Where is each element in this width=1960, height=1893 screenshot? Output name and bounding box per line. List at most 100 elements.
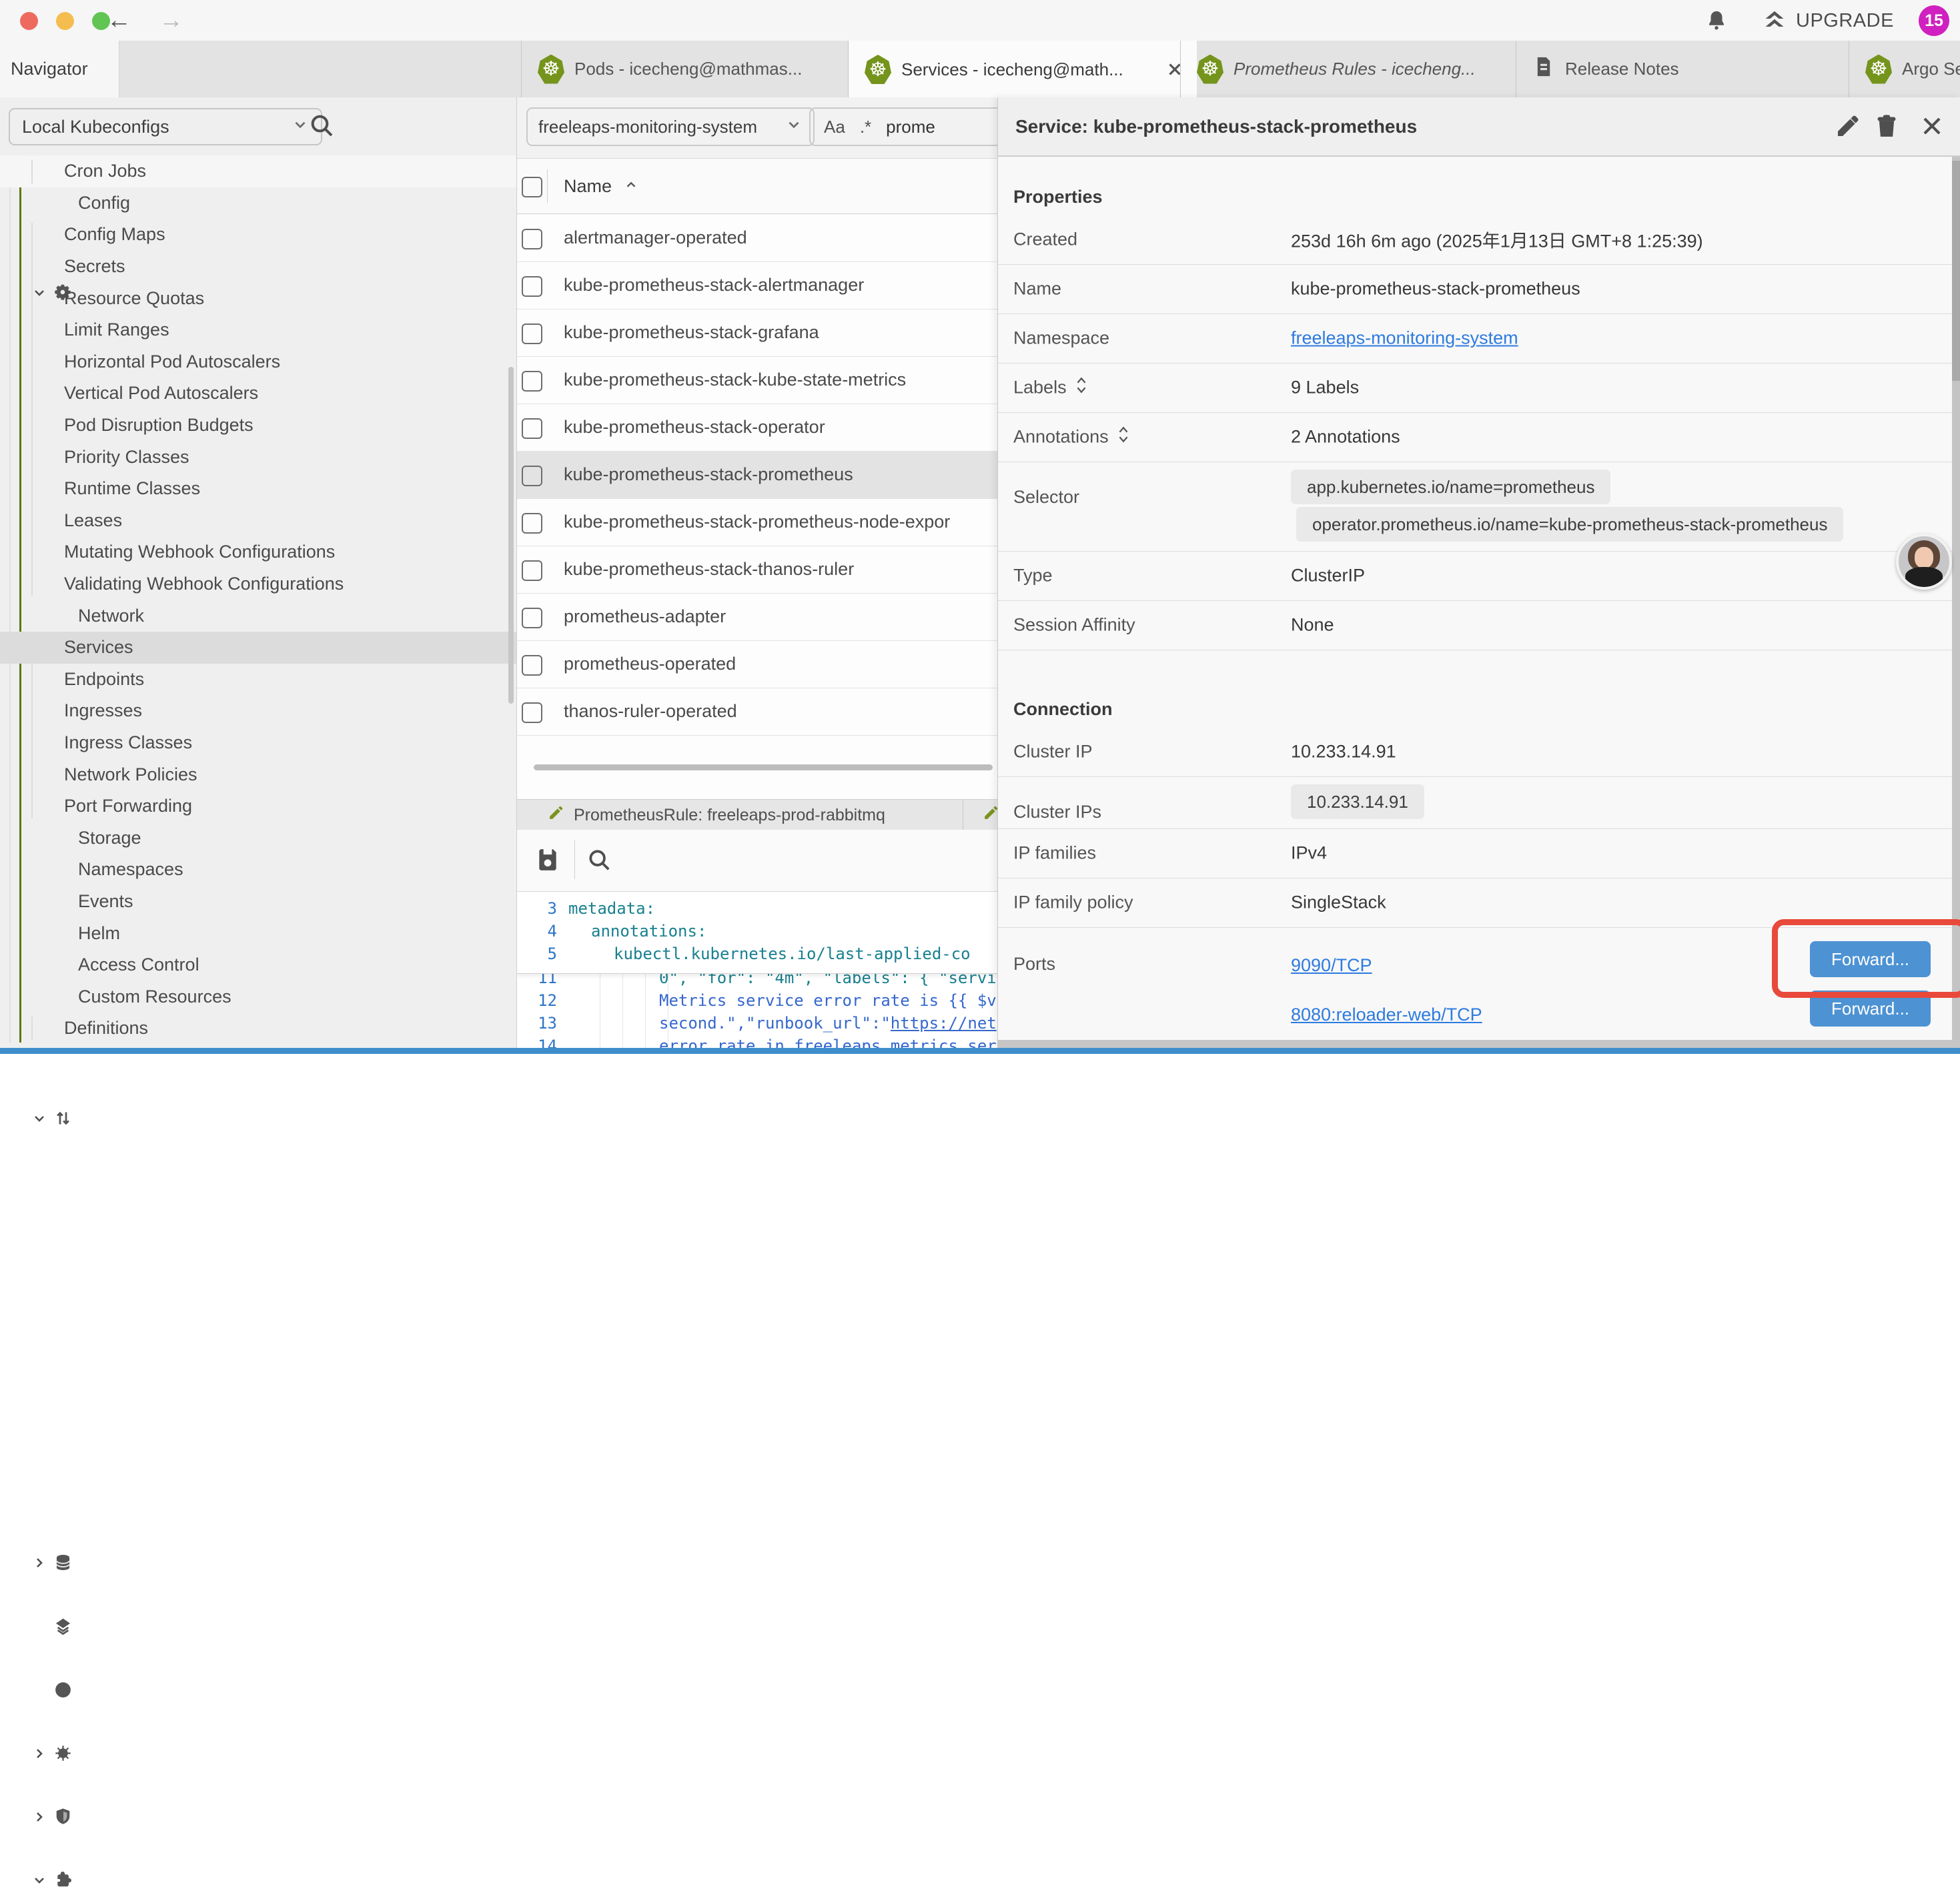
sidebar-item-helm[interactable]: Helm	[0, 917, 516, 949]
detail-scrollbar-thumb[interactable]	[1952, 161, 1960, 381]
traffic-light-minimize-button[interactable]	[56, 12, 74, 30]
forward-arrow-icon[interactable]: →	[159, 4, 183, 36]
chevron-right-icon[interactable]	[31, 1555, 47, 1571]
row-checkbox[interactable]	[522, 371, 542, 392]
row-checkbox[interactable]	[522, 655, 542, 676]
close-icon[interactable]	[1919, 113, 1945, 139]
editor-tab-prometheusrule[interactable]: PrometheusRule: freeleaps-prod-rabbitmq	[536, 800, 963, 830]
horizontal-scrollbar[interactable]	[534, 764, 993, 770]
kubeconfig-selector[interactable]: Local Kubeconfigs	[9, 108, 322, 145]
sidebar-item-network-policies[interactable]: Network Policies	[0, 758, 516, 790]
chevron-right-icon[interactable]	[31, 1746, 47, 1762]
list-search-input[interactable]: Aa .* prome	[809, 107, 997, 146]
delete-trash-icon[interactable]	[1874, 113, 1899, 139]
sidebar-item-cron-jobs[interactable]: Cron Jobs	[0, 155, 516, 187]
sidebar-item-leases[interactable]: Leases	[0, 505, 516, 537]
sidebar-item-config-maps[interactable]: Config Maps	[0, 219, 516, 251]
sidebar-item-runtime-classes[interactable]: Runtime Classes	[0, 473, 516, 505]
notifications-bell-icon[interactable]	[1705, 9, 1728, 32]
save-icon[interactable]	[535, 847, 560, 872]
chevron-down-icon[interactable]	[31, 1872, 47, 1888]
code-link[interactable]: https://net	[891, 1014, 997, 1033]
namespace-filter-dropdown[interactable]: freeleaps-monitoring-system	[526, 107, 815, 146]
table-row[interactable]: kube-prometheus-stack-thanos-ruler	[517, 546, 997, 594]
sidebar-item-events[interactable]: Events	[0, 886, 516, 918]
table-row[interactable]: kube-prometheus-stack-alertmanager	[517, 261, 997, 309]
sidebar-item-access-control[interactable]: Access Control	[0, 949, 516, 981]
sidebar-item-definitions[interactable]: Definitions	[0, 1013, 516, 1045]
table-row[interactable]: kube-prometheus-stack-prometheus-node-ex…	[517, 498, 997, 546]
back-arrow-icon[interactable]: ←	[107, 4, 131, 36]
chevron-right-icon[interactable]	[31, 1809, 47, 1825]
row-checkbox[interactable]	[522, 513, 542, 534]
sidebar-item-services[interactable]: Services	[0, 632, 516, 664]
sidebar-item-config[interactable]: Config	[0, 187, 516, 219]
window-tab-1[interactable]: ☸Pods - icecheng@mathmas...	[521, 41, 865, 97]
editor-search-icon[interactable]	[586, 847, 612, 872]
notification-count-badge[interactable]: 15	[1919, 5, 1949, 36]
port-link[interactable]: 8080:reloader-web/TCP	[1291, 1005, 1482, 1025]
code-line: metadata:	[568, 897, 655, 920]
namespace-link[interactable]: freeleaps-monitoring-system	[1291, 328, 1518, 349]
regex-toggle[interactable]: .*	[860, 117, 871, 137]
upgrade-button[interactable]: UPGRADE	[1763, 8, 1894, 33]
row-checkbox[interactable]	[522, 229, 542, 249]
tree-child-guide	[31, 159, 33, 183]
select-all-checkbox[interactable]	[522, 177, 542, 197]
sidebar-item-storage[interactable]: Storage	[0, 822, 516, 854]
window-tab-3[interactable]: ☸Prometheus Rules - icecheng...	[1180, 41, 1532, 97]
sidebar-item-pod-disruption-budgets[interactable]: Pod Disruption Budgets	[0, 410, 516, 442]
table-row[interactable]: alertmanager-operated	[517, 214, 997, 262]
window-tab-4[interactable]: Release Notes	[1516, 41, 1865, 97]
window-tab-2[interactable]: ☸Services - icecheng@math...	[848, 41, 1197, 98]
sidebar-search-icon[interactable]	[308, 112, 335, 139]
traffic-light-close-button[interactable]	[20, 12, 38, 30]
avatar-body	[1905, 567, 1943, 587]
table-row[interactable]: prometheus-adapter	[517, 593, 997, 641]
table-row[interactable]: kube-prometheus-stack-prometheus	[517, 451, 997, 499]
sidebar-scrollbar[interactable]	[508, 367, 514, 704]
edit-pencil-icon[interactable]	[1835, 113, 1861, 139]
sidebar-item-custom-resources[interactable]: Custom Resources	[0, 981, 516, 1013]
row-checkbox[interactable]	[522, 608, 542, 628]
port-link[interactable]: 9090/TCP	[1291, 955, 1372, 976]
table-row[interactable]: kube-prometheus-stack-operator	[517, 404, 997, 452]
sidebar-item-namespaces[interactable]: Namespaces	[0, 854, 516, 886]
sidebar-item-secrets[interactable]: Secrets	[0, 251, 516, 283]
window-tab-5[interactable]: ☸Argo Se	[1849, 41, 1960, 97]
chevron-down-icon[interactable]	[31, 1111, 47, 1127]
row-checkbox[interactable]	[522, 324, 542, 344]
navigator-panel-tab[interactable]: Navigator	[0, 41, 119, 97]
sidebar-item-network[interactable]: Network	[0, 600, 516, 632]
table-row[interactable]: kube-prometheus-stack-kube-state-metrics	[517, 356, 997, 404]
sidebar-item-resource-quotas[interactable]: Resource Quotas	[0, 282, 516, 314]
row-checkbox[interactable]	[522, 560, 542, 581]
table-row[interactable]: thanos-ruler-operated	[517, 688, 997, 736]
expand-toggle-icon[interactable]	[1075, 376, 1088, 400]
sidebar-item-priority-classes[interactable]: Priority Classes	[0, 441, 516, 473]
sidebar-item-endpoints[interactable]: Endpoints	[0, 664, 516, 696]
service-name: prometheus-operated	[564, 654, 736, 674]
sidebar-item-mutating-webhook-configurations[interactable]: Mutating Webhook Configurations	[0, 536, 516, 568]
editor-tab-partial[interactable]	[971, 800, 997, 830]
row-checkbox[interactable]	[522, 418, 542, 439]
expand-toggle-icon[interactable]	[1117, 426, 1130, 449]
sidebar-item-validating-webhook-configurations[interactable]: Validating Webhook Configurations	[0, 568, 516, 600]
user-avatar[interactable]	[1896, 534, 1952, 590]
sidebar-item-ingress-classes[interactable]: Ingress Classes	[0, 727, 516, 759]
sidebar-item-horizontal-pod-autoscalers[interactable]: Horizontal Pod Autoscalers	[0, 346, 516, 378]
property-row-cluster-ips: Cluster IPs10.233.14.91	[998, 776, 1960, 829]
sidebar-item-ingresses[interactable]: Ingresses	[0, 695, 516, 727]
row-checkbox[interactable]	[522, 702, 542, 723]
match-case-toggle[interactable]: Aa	[824, 117, 845, 137]
row-checkbox[interactable]	[522, 276, 542, 297]
sidebar-item-limit-ranges[interactable]: Limit Ranges	[0, 314, 516, 346]
sidebar-item-port-forwarding[interactable]: Port Forwarding	[0, 790, 516, 822]
table-row[interactable]: prometheus-operated	[517, 640, 997, 688]
name-column-header[interactable]: Name	[564, 159, 638, 213]
row-checkbox[interactable]	[522, 466, 542, 486]
property-value: 253d 16h 6m ago (2025年1月13日 GMT+8 1:25:3…	[1291, 227, 1703, 253]
sidebar-item-vertical-pod-autoscalers[interactable]: Vertical Pod Autoscalers	[0, 378, 516, 410]
table-row[interactable]: kube-prometheus-stack-grafana	[517, 309, 997, 357]
yaml-editor[interactable]: 110", "for": "4m", "labels": { "service"…	[517, 892, 997, 1048]
